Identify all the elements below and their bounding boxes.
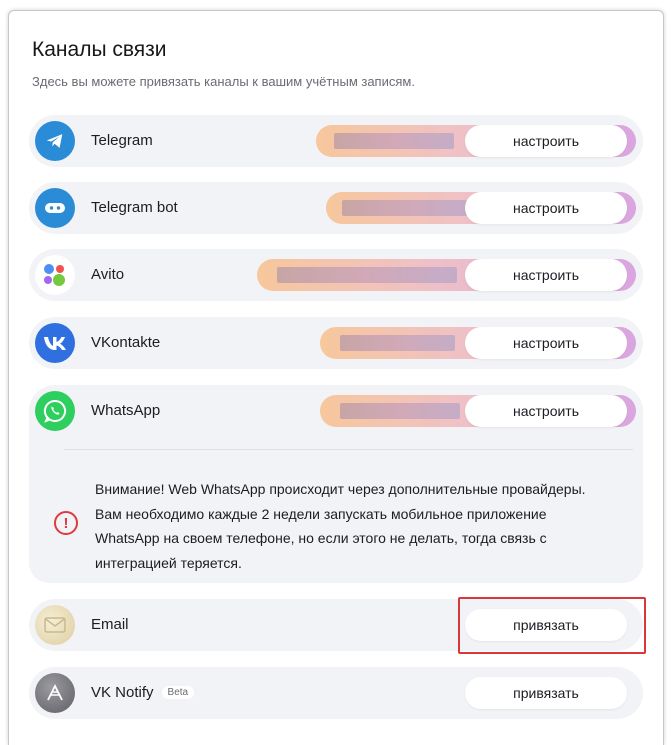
vk-icon	[35, 323, 75, 363]
channel-row-telegram-bot: Telegram bot настроить	[29, 182, 643, 234]
channel-name-email: Email	[91, 616, 129, 633]
channel-row-vk-notify: VK Notify Beta привязать	[29, 667, 643, 719]
whatsapp-warning: ! Внимание! Web WhatsApp происходит чере…	[29, 447, 643, 583]
configure-telegram-bot-button[interactable]: настроить	[465, 192, 627, 224]
telegram-icon	[35, 121, 75, 161]
configure-telegram-button[interactable]: настроить	[465, 125, 627, 157]
warning-text: Внимание! Web WhatsApp происходит через …	[95, 481, 586, 571]
configure-whatsapp-button[interactable]: настроить	[465, 395, 627, 427]
page-title: Каналы связи	[32, 38, 167, 61]
channel-row-vkontakte: VKontakte настроить	[29, 317, 643, 369]
alert-icon: !	[54, 511, 78, 535]
telegram-bot-icon	[35, 188, 75, 228]
channel-name-telegram-bot: Telegram bot	[91, 199, 178, 216]
vk-notify-icon	[35, 673, 75, 713]
configure-vkontakte-button[interactable]: настроить	[465, 327, 627, 359]
highlight-box	[458, 597, 646, 654]
divider	[64, 449, 633, 450]
channel-name-whatsapp: WhatsApp	[91, 402, 161, 419]
channel-row-whatsapp: WhatsApp настроить	[29, 385, 643, 447]
channel-row-telegram: Telegram настроить	[29, 115, 643, 167]
whatsapp-icon	[35, 391, 75, 431]
link-vk-notify-button[interactable]: привязать	[465, 677, 627, 709]
beta-badge: Beta	[161, 686, 195, 699]
channel-row-avito: Avito настроить	[29, 249, 643, 301]
vk-notify-label: VK Notify	[91, 684, 154, 701]
page-subtitle: Здесь вы можете привязать каналы к вашим…	[32, 74, 415, 89]
channel-name-vk-notify: VK Notify Beta	[91, 684, 195, 701]
avito-icon	[35, 255, 75, 295]
channel-name-telegram: Telegram	[91, 132, 153, 149]
email-icon	[35, 605, 75, 645]
channel-name-avito: Avito	[91, 266, 125, 283]
channel-name-vkontakte: VKontakte	[91, 334, 161, 351]
configure-avito-button[interactable]: настроить	[465, 259, 627, 291]
